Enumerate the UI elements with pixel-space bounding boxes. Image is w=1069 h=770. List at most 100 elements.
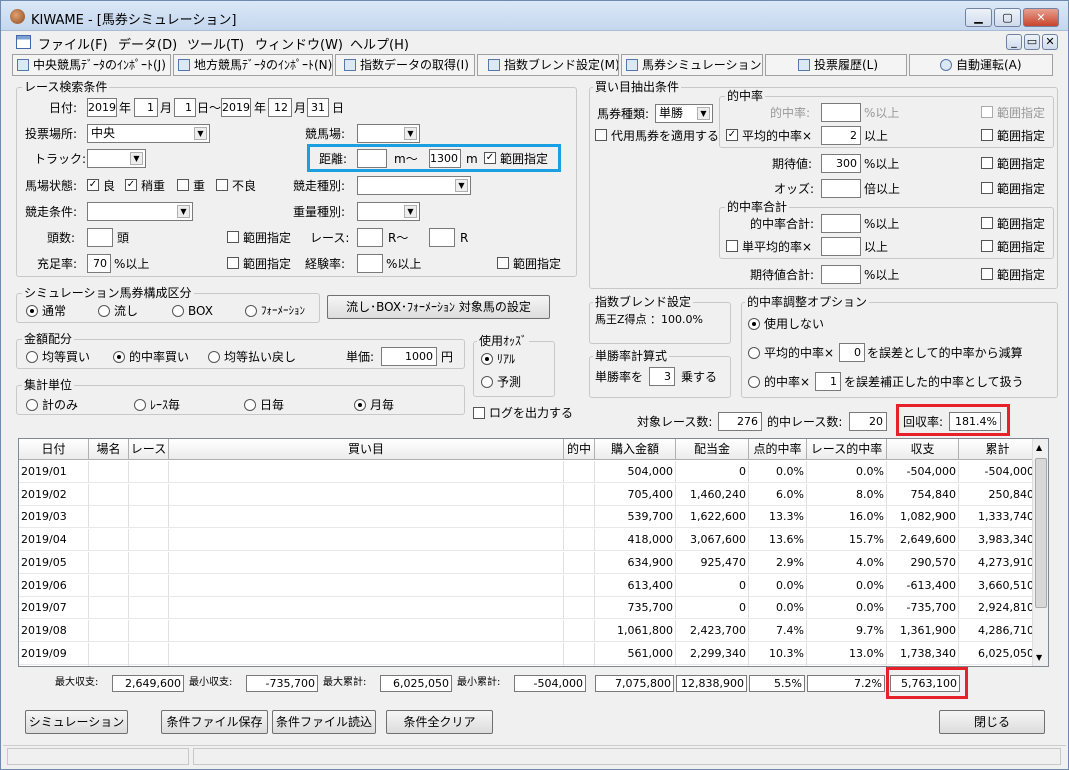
col-header-balance[interactable]: 収支: [887, 439, 959, 460]
table-row[interactable]: 2019/06 613,400 0 0.0% 0.0% -613,400 3,660,510: [19, 574, 1037, 597]
col-header-point-hit-rate[interactable]: 点的中率: [749, 439, 807, 460]
import-local-button[interactable]: 地方競馬ﾃﾞｰﾀのｲﾝﾎﾟｰﾄ(N): [173, 54, 333, 76]
ticket-sim-button[interactable]: 馬券シミュレーション(B): [621, 54, 763, 76]
sim-formation-radio[interactable]: [245, 305, 257, 317]
avg-range-checkbox[interactable]: [981, 129, 993, 141]
auto-run-button[interactable]: 自動運転(A): [909, 54, 1053, 76]
table-row[interactable]: 2019/07 735,700 0 0.0% 0.0% -735,700 2,924,810: [19, 597, 1037, 620]
log-output-checkbox[interactable]: [473, 407, 485, 419]
table-row[interactable]: 2019/02 705,400 1,460,240 6.0% 8.0% 754,840 25…: [19, 483, 1037, 506]
baba-slightly-heavy-checkbox[interactable]: ✓: [125, 179, 137, 191]
table-row[interactable]: 2019/09 561,000 2,299,340 10.3% 13.0% 1,738,3…: [19, 642, 1037, 665]
baba-bad-checkbox[interactable]: [216, 179, 228, 191]
day-to-input[interactable]: 31: [307, 98, 329, 117]
table-row[interactable]: 2019/08 1,061,800 2,423,700 7.4% 9.7% 1,361,9…: [19, 619, 1037, 642]
adjust-rate-input[interactable]: 1: [815, 372, 841, 391]
month-to-input[interactable]: 12: [268, 98, 292, 117]
equal-payout-radio[interactable]: [208, 351, 220, 363]
race-from-input[interactable]: [357, 228, 383, 247]
menu-file[interactable]: ファイル(F): [38, 34, 108, 53]
scroll-down-arrow[interactable]: ▼: [1036, 653, 1042, 662]
odds-input[interactable]: [821, 179, 861, 198]
save-conditions-button[interactable]: 条件ファイル保存: [161, 710, 268, 734]
agg-total-radio[interactable]: [26, 399, 38, 411]
expected-total-input[interactable]: [821, 265, 861, 284]
table-row[interactable]: 2019/04 418,000 3,067,600 13.6% 15.7% 2,649,6…: [19, 529, 1037, 552]
col-header-venue[interactable]: 場名: [89, 439, 129, 460]
index-blend-button[interactable]: 指数ブレンド設定(M): [477, 54, 619, 76]
table-row[interactable]: 2019/10447,000326,8305.2%6.6%-120,1705,9…: [19, 665, 1037, 666]
menu-window[interactable]: ウィンドウ(W): [255, 34, 343, 53]
baba-heavy-checkbox[interactable]: [177, 179, 189, 191]
agg-race-radio[interactable]: [134, 399, 146, 411]
adjust-avg-input[interactable]: 0: [839, 343, 865, 362]
substitute-ticket-checkbox[interactable]: [595, 129, 607, 141]
scroll-thumb[interactable]: [1035, 458, 1047, 608]
experience-range-checkbox[interactable]: [497, 257, 509, 269]
simulation-button[interactable]: シミュレーション: [25, 710, 128, 734]
menu-tools[interactable]: ツール(T): [187, 34, 244, 53]
experience-rate-input[interactable]: [357, 254, 383, 273]
close-button[interactable]: 閉じる: [939, 710, 1045, 734]
mdi-restore-button[interactable]: ▭: [1024, 34, 1040, 50]
bet-type-select[interactable]: 単勝 ▼: [655, 104, 713, 123]
mdi-minimize-button[interactable]: _: [1006, 34, 1022, 50]
expected-total-range-checkbox[interactable]: [981, 268, 993, 280]
horse-count-input[interactable]: [87, 228, 113, 247]
race-to-input[interactable]: [429, 228, 455, 247]
col-header-cumulative[interactable]: 累計: [959, 439, 1037, 460]
unit-price-input[interactable]: 1000: [381, 347, 437, 366]
results-table[interactable]: 日付 場名 レース 買い目 的中 購入金額 配当金 点的中率 レース的中率 収支 累計 2019/0…: [18, 438, 1049, 667]
sim-normal-radio[interactable]: [26, 305, 38, 317]
vote-history-button[interactable]: 投票履歴(L): [765, 54, 907, 76]
col-header-date[interactable]: 日付: [19, 439, 89, 460]
adjust-none-radio[interactable]: [748, 318, 760, 330]
avg-hit-rate-input[interactable]: 2: [821, 126, 861, 145]
single-avg-input[interactable]: [821, 237, 861, 256]
race-type-select[interactable]: ▼: [357, 176, 471, 195]
fill-rate-input[interactable]: 70: [87, 254, 111, 273]
col-header-race[interactable]: レース: [129, 439, 169, 460]
adjust-rate-radio[interactable]: [748, 376, 760, 388]
table-row[interactable]: 2019/05 634,900 925,470 2.9% 4.0% 290,570 4,27…: [19, 551, 1037, 574]
table-row[interactable]: 2019/03 539,700 1,622,600 13.3% 16.0% 1,082,9…: [19, 506, 1037, 529]
maximize-button[interactable]: ▢: [994, 8, 1021, 27]
track-select[interactable]: ▼: [87, 149, 146, 168]
hit-rate-input[interactable]: [821, 103, 861, 122]
avg-hit-rate-checkbox[interactable]: ✓: [726, 129, 738, 141]
odds-predict-radio[interactable]: [481, 376, 493, 388]
hit-total-input[interactable]: [821, 214, 861, 233]
col-header-payout[interactable]: 配当金: [676, 439, 749, 460]
scrollbar[interactable]: ▲ ▼: [1032, 439, 1048, 666]
fill-rate-range-checkbox[interactable]: [227, 257, 239, 269]
get-index-button[interactable]: 指数データの取得(I): [335, 54, 475, 76]
load-conditions-button[interactable]: 条件ファイル読込: [272, 710, 376, 734]
day-from-input[interactable]: 1: [174, 98, 196, 117]
agg-month-radio[interactable]: [354, 399, 366, 411]
col-header-hit[interactable]: 的中: [564, 439, 595, 460]
month-from-input[interactable]: 1: [134, 98, 158, 117]
col-header-purchase[interactable]: 購入金額: [595, 439, 676, 460]
odds-real-radio[interactable]: [481, 353, 493, 365]
place-select[interactable]: 中央 ▼: [87, 124, 210, 143]
sim-nagashi-radio[interactable]: [98, 305, 110, 317]
hitrate-buy-radio[interactable]: [113, 351, 125, 363]
hit-total-range-checkbox[interactable]: [981, 217, 993, 229]
single-avg-checkbox[interactable]: [726, 240, 738, 252]
minimize-button[interactable]: ▁: [965, 8, 992, 27]
import-central-button[interactable]: 中央競馬ﾃﾞｰﾀのｲﾝﾎﾟｰﾄ(J): [12, 54, 171, 76]
close-window-button[interactable]: ✕: [1023, 8, 1059, 27]
clear-conditions-button[interactable]: 条件全クリア: [386, 710, 493, 734]
col-header-bets[interactable]: 買い目: [169, 439, 564, 460]
course-select[interactable]: ▼: [357, 124, 420, 143]
single-avg-range-checkbox[interactable]: [981, 240, 993, 252]
horse-count-range-checkbox[interactable]: [227, 231, 239, 243]
target-horse-settings-button[interactable]: 流し･BOX･ﾌｫｰﾒｰｼｮﾝ 対象馬の設定: [327, 295, 550, 319]
expected-range-checkbox[interactable]: [981, 157, 993, 169]
expected-value-input[interactable]: 300: [821, 154, 861, 173]
table-row[interactable]: 2019/01 504,000 0 0.0% 0.0% -504,000 -504,000: [19, 461, 1037, 483]
menu-help[interactable]: ヘルプ(H): [350, 34, 409, 53]
scroll-up-arrow[interactable]: ▲: [1036, 443, 1042, 452]
sim-box-radio[interactable]: [172, 305, 184, 317]
adjust-avg-radio[interactable]: [748, 347, 760, 359]
